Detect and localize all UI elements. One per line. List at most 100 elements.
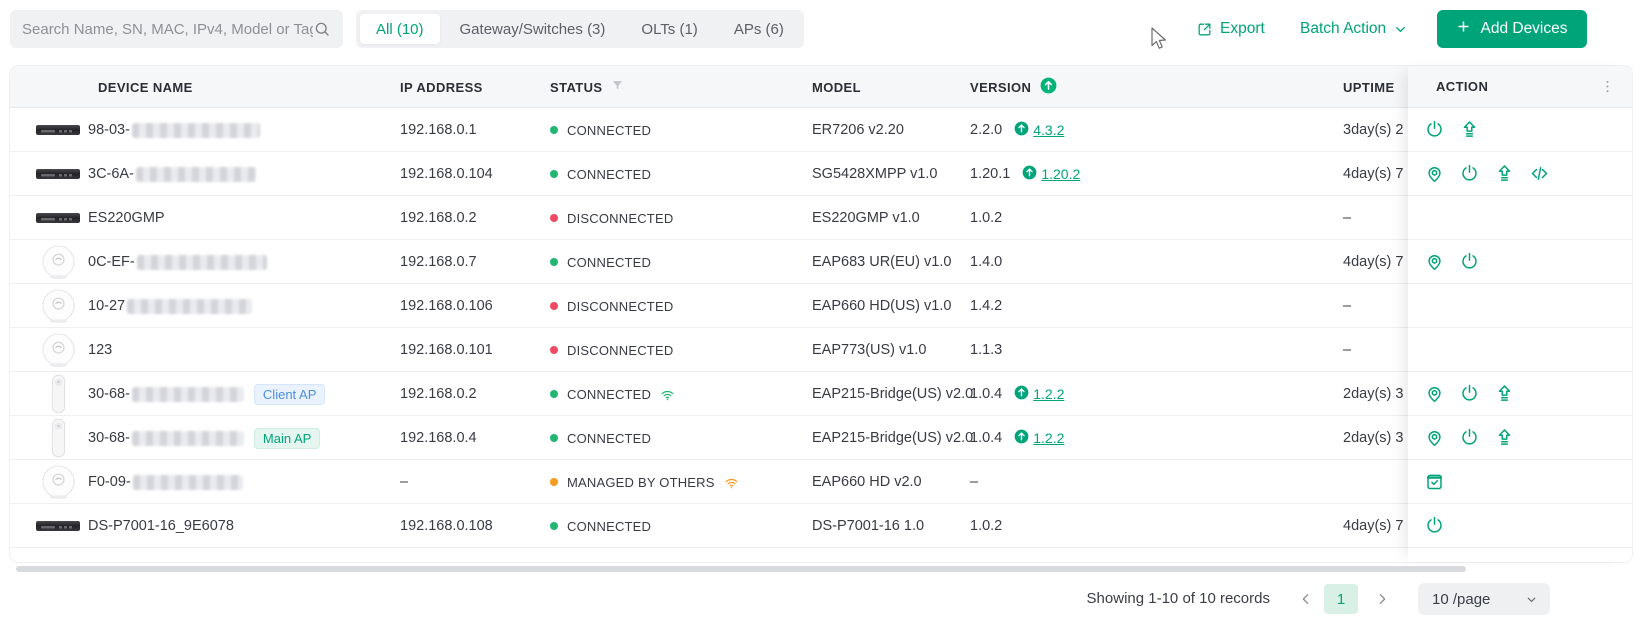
device-name: 0C-EF-	[88, 254, 135, 270]
chevron-down-icon	[1525, 593, 1538, 606]
upgrade-version-link[interactable]: 1.20.2	[1022, 165, 1080, 184]
upgrade-action-icon[interactable]	[1494, 427, 1515, 448]
table-row[interactable]: ES220GMP 192.168.0.2 DISCONNECTED ES220G…	[10, 196, 1632, 240]
table-row[interactable]: 30-68- Main AP 192.168.0.4 CONNECTED EAP…	[10, 416, 1632, 460]
ip-address: –	[400, 474, 409, 490]
bridge-device-icon	[32, 418, 84, 458]
devices-table: DEVICE NAME IP ADDRESS STATUS MODEL VERS…	[10, 66, 1632, 562]
action-row	[1408, 416, 1632, 460]
status-text: CONNECTED	[567, 430, 652, 446]
version: 1.0.2	[970, 210, 1003, 226]
version: 2.2.0	[970, 122, 1003, 138]
model: DS-P7001-16 1.0	[812, 518, 925, 534]
device-type-tab[interactable]: APs (6)	[718, 14, 800, 44]
upgrade-action-icon[interactable]	[1459, 119, 1480, 140]
reboot-action-icon[interactable]	[1459, 163, 1480, 184]
locate-action-icon[interactable]	[1424, 163, 1445, 184]
status-text: DISCONNECTED	[567, 342, 674, 358]
table-row[interactable]: 98-03- 192.168.0.1 CONNECTED ER7206 v2.2…	[10, 108, 1632, 152]
version: 1.0.4	[970, 430, 1003, 446]
filter-icon[interactable]	[610, 78, 625, 96]
table-row[interactable]: 10-27 192.168.0.106 DISCONNECTED EAP660 …	[10, 284, 1632, 328]
table-row[interactable]: 0C-EF- 192.168.0.7 CONNECTED EAP683 UR(E…	[10, 240, 1632, 284]
uptime: 3day(s) 2	[1343, 122, 1404, 138]
column-header-status[interactable]: STATUS	[550, 66, 625, 108]
device-type-tab[interactable]: Gateway/Switches (3)	[444, 14, 622, 44]
more-options-icon[interactable]	[1597, 76, 1618, 97]
redacted-text	[131, 122, 260, 138]
cli-action-icon[interactable]	[1529, 163, 1550, 184]
column-header-uptime[interactable]: UPTIME	[1343, 66, 1395, 108]
device-name: 30-68-	[88, 430, 130, 446]
status-text: CONNECTED	[567, 386, 652, 402]
status-text: CONNECTED	[567, 254, 652, 270]
export-button[interactable]: Export	[1196, 10, 1265, 48]
redacted-text	[131, 386, 244, 402]
upgrade-action-icon[interactable]	[1494, 163, 1515, 184]
horizontal-scrollbar[interactable]	[16, 566, 1466, 572]
batch-action-button[interactable]: Batch Action	[1300, 10, 1408, 48]
locate-action-icon[interactable]	[1424, 427, 1445, 448]
table-row[interactable]: DS-P7001-16_9E6078 192.168.0.108 CONNECT…	[10, 504, 1632, 548]
ip-address: 192.168.0.1	[400, 122, 477, 138]
upgrade-version-link[interactable]: 1.2.2	[1014, 385, 1064, 404]
page-size-select[interactable]: 10 /page	[1418, 583, 1550, 615]
chevron-down-icon	[1393, 22, 1408, 37]
ip-address: 192.168.0.7	[400, 254, 477, 270]
upgrade-action-icon[interactable]	[1494, 383, 1515, 404]
reboot-action-icon[interactable]	[1424, 515, 1445, 536]
status-text: DISCONNECTED	[567, 298, 674, 314]
add-devices-button[interactable]: Add Devices	[1437, 10, 1587, 48]
upgrade-version-link[interactable]: 1.2.2	[1014, 429, 1064, 448]
status-dot	[550, 258, 558, 266]
column-header-device-name[interactable]: DEVICE NAME	[98, 66, 193, 108]
uptime: –	[1343, 342, 1352, 358]
device-type-tab[interactable]: All (10)	[360, 14, 440, 44]
adopt-action-icon[interactable]	[1424, 471, 1445, 492]
search-input[interactable]	[22, 20, 313, 38]
upgrade-version-link[interactable]: 4.3.2	[1014, 121, 1064, 140]
table-row[interactable]: F0-09- – MANAGED BY OTHERS EAP660 HD v2.…	[10, 460, 1632, 504]
ip-address: 192.168.0.2	[400, 386, 477, 402]
status-text: MANAGED BY OTHERS	[567, 474, 715, 490]
action-row	[1408, 504, 1632, 548]
table-row[interactable]: 30-68- Client AP 192.168.0.2 CONNECTED E…	[10, 372, 1632, 416]
device-name: 3C-6A-	[88, 166, 134, 182]
action-row	[1408, 108, 1632, 152]
column-header-version[interactable]: VERSION	[970, 66, 1058, 108]
device-search[interactable]	[10, 10, 343, 48]
column-header-model[interactable]: MODEL	[812, 66, 861, 108]
status-text: CONNECTED	[567, 122, 652, 138]
version: –	[970, 474, 979, 490]
search-icon	[313, 20, 331, 38]
table-row[interactable]: 3C-6A- 192.168.0.104 CONNECTED SG5428XMP…	[10, 152, 1632, 196]
version: 1.4.0	[970, 254, 1003, 270]
page-number-button[interactable]: 1	[1324, 584, 1358, 614]
next-page-button[interactable]	[1368, 585, 1396, 613]
device-name: F0-09-	[88, 474, 131, 490]
model: EAP215-Bridge(US) v2.0	[812, 386, 974, 402]
reboot-action-icon[interactable]	[1424, 119, 1445, 140]
action-row	[1408, 240, 1632, 284]
status-dot	[550, 434, 558, 442]
sort-ascending-icon[interactable]	[1039, 76, 1058, 98]
router-device-icon	[32, 518, 84, 534]
locate-action-icon[interactable]	[1424, 383, 1445, 404]
uptime: 4day(s) 7	[1343, 518, 1404, 534]
status-dot	[550, 126, 558, 134]
reboot-action-icon[interactable]	[1459, 251, 1480, 272]
table-row[interactable]: 123 192.168.0.101 DISCONNECTED EAP773(US…	[10, 328, 1632, 372]
locate-action-icon[interactable]	[1424, 251, 1445, 272]
device-name: 123	[88, 342, 113, 358]
previous-page-button[interactable]	[1292, 585, 1320, 613]
status-dot	[550, 302, 558, 310]
table-header-row: DEVICE NAME IP ADDRESS STATUS MODEL VERS…	[10, 66, 1632, 108]
version: 1.0.2	[970, 518, 1003, 534]
ap-role-badge: Main AP	[253, 427, 321, 449]
status-dot	[550, 522, 558, 530]
reboot-action-icon[interactable]	[1459, 383, 1480, 404]
reboot-action-icon[interactable]	[1459, 427, 1480, 448]
device-name: 98-03-	[88, 122, 130, 138]
column-header-ip-address[interactable]: IP ADDRESS	[400, 66, 483, 108]
device-type-tab[interactable]: OLTs (1)	[625, 14, 713, 44]
